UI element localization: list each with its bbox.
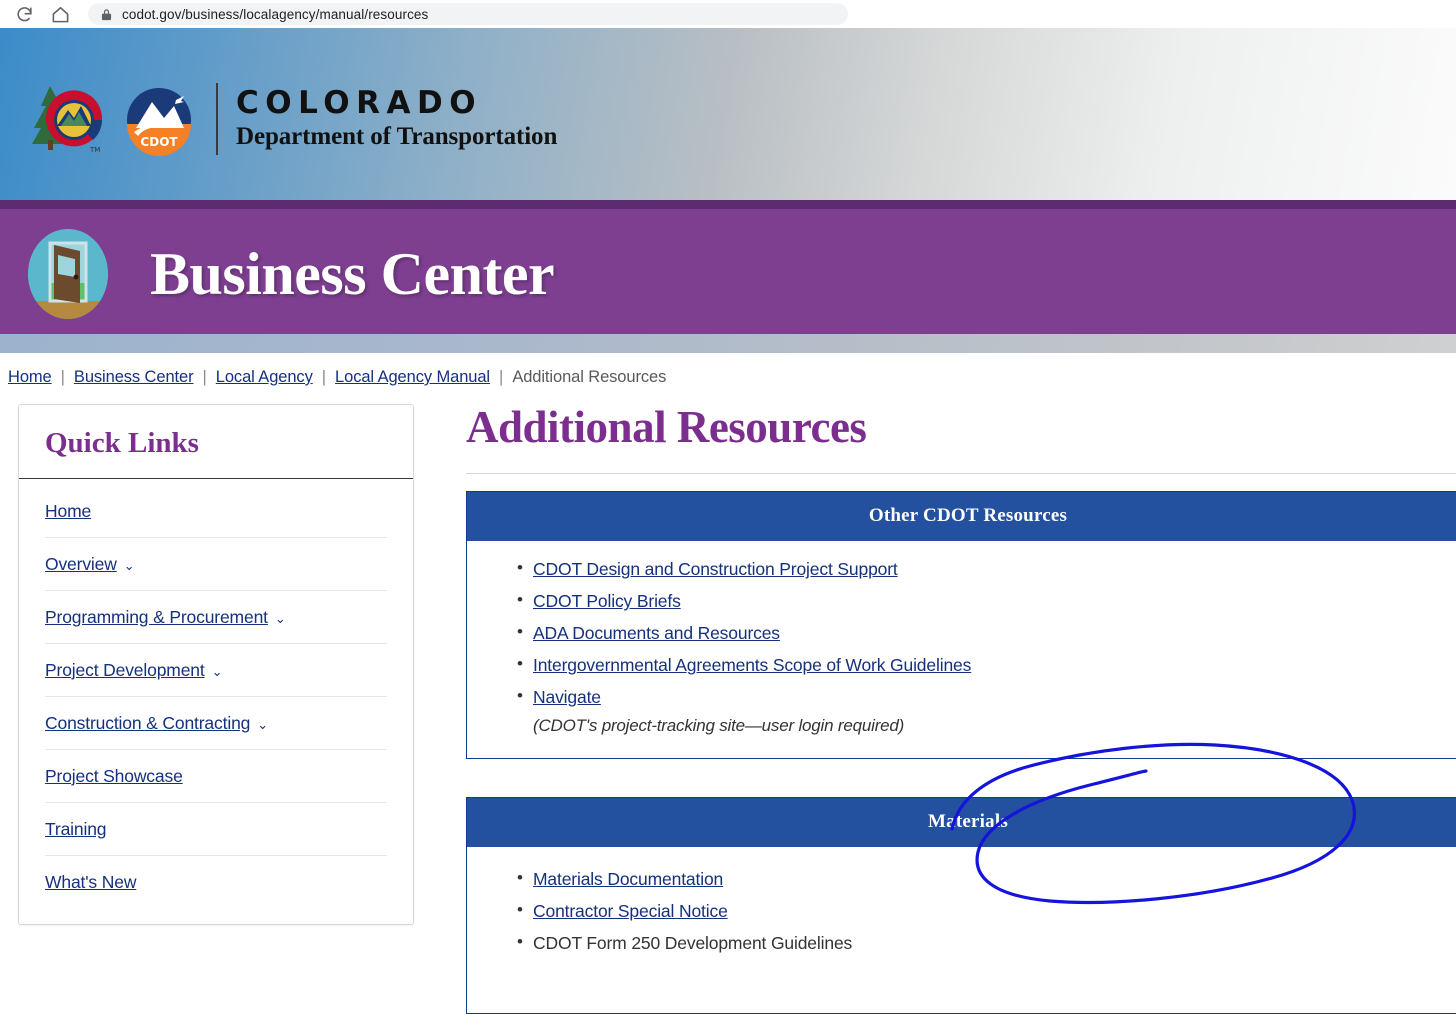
breadcrumb-item-home[interactable]: Home (8, 368, 52, 387)
resource-list: CDOT Design and Construction Project Sup… (467, 558, 1456, 708)
cdot-logo-lockup[interactable]: TM CDOT COLORADO Department of Transport… (28, 80, 557, 158)
site-header-banner: TM CDOT COLORADO Department of Transport… (0, 28, 1456, 200)
sidebar-item-construction-contracting[interactable]: Construction & Contracting ⌄ (45, 697, 387, 750)
list-item: CDOT Form 250 Development Guidelines (467, 932, 1456, 954)
logo-divider (216, 83, 218, 155)
section-banner-row: Business Center (28, 229, 555, 319)
sidebar-item-label[interactable]: Training (45, 819, 107, 840)
card-other-cdot-resources: Other CDOT Resources CDOT Design and Con… (466, 491, 1456, 760)
list-item[interactable]: CDOT Policy Briefs (467, 590, 1456, 612)
resource-link[interactable]: Intergovernmental Agreements Scope of Wo… (533, 655, 971, 675)
breadcrumb-item-local-agency-manual[interactable]: Local Agency Manual (335, 368, 490, 387)
resource-link[interactable]: Contractor Special Notice (533, 901, 728, 921)
resource-link[interactable]: Materials Documentation (533, 869, 723, 889)
chevron-down-icon[interactable]: ⌄ (124, 559, 135, 572)
colorado-cdot-logo-icon: TM CDOT (28, 80, 214, 158)
card-heading: Materials (467, 798, 1456, 848)
sidebar-item-home[interactable]: Home (45, 485, 387, 538)
sidebar-item-label[interactable]: Overview (45, 554, 117, 575)
breadcrumb-item-local-agency[interactable]: Local Agency (216, 368, 313, 387)
card-body: CDOT Design and Construction Project Sup… (467, 541, 1456, 758)
list-item[interactable]: ADA Documents and Resources (467, 622, 1456, 644)
title-divider (466, 473, 1456, 475)
resource-link[interactable]: ADA Documents and Resources (533, 623, 780, 643)
svg-text:TM: TM (89, 146, 100, 154)
breadcrumb-separator: | (499, 368, 504, 386)
sidebar-title: Quick Links (19, 405, 413, 479)
sidebar-list: Home Overview ⌄ Programming & Procuremen… (19, 479, 413, 924)
sidebar-item-label[interactable]: What's New (45, 872, 136, 893)
breadcrumb-separator: | (202, 368, 207, 386)
list-item[interactable]: Contractor Special Notice (467, 900, 1456, 922)
chevron-down-icon[interactable]: ⌄ (257, 718, 268, 731)
open-door-icon (28, 229, 108, 319)
list-item[interactable]: Navigate (467, 686, 1456, 708)
sidebar-item-training[interactable]: Training (45, 803, 387, 856)
card-materials: Materials Materials Documentation Contra… (466, 797, 1456, 1014)
resource-note: (CDOT's project-tracking site—user login… (533, 716, 905, 736)
list-item[interactable]: Materials Documentation (467, 868, 1456, 890)
page-title: Additional Resources (466, 402, 867, 452)
agency-wordmark: COLORADO Department of Transportation (236, 87, 557, 151)
browser-toolbar: codot.gov/business/localagency/manual/re… (0, 0, 1456, 28)
sidebar-item-label[interactable]: Construction & Contracting (45, 713, 250, 734)
resource-link[interactable]: CDOT Policy Briefs (533, 591, 681, 611)
url-text: codot.gov/business/localagency/manual/re… (122, 6, 429, 22)
agency-name: COLORADO (236, 85, 483, 122)
sidebar-item-overview[interactable]: Overview ⌄ (45, 538, 387, 591)
svg-text:CDOT: CDOT (140, 135, 178, 149)
card-heading: Other CDOT Resources (467, 492, 1456, 542)
sidebar-item-label[interactable]: Home (45, 501, 91, 522)
reload-icon[interactable] (12, 2, 36, 26)
resource-link[interactable]: Navigate (533, 687, 601, 707)
resource-link[interactable]: CDOT Design and Construction Project Sup… (533, 559, 898, 579)
breadcrumb-separator: | (321, 368, 327, 386)
sidebar-item-project-development[interactable]: Project Development ⌄ (45, 644, 387, 697)
resource-list: Materials Documentation Contractor Speci… (467, 868, 1456, 954)
sidebar-item-label[interactable]: Project Development (45, 660, 205, 681)
breadcrumb-separator: | (60, 368, 65, 386)
address-bar[interactable]: codot.gov/business/localagency/manual/re… (88, 3, 848, 25)
list-item[interactable]: Intergovernmental Agreements Scope of Wo… (467, 654, 1456, 676)
chevron-down-icon[interactable]: ⌄ (275, 612, 286, 625)
sidebar-item-project-showcase[interactable]: Project Showcase (45, 750, 387, 803)
section-banner: Business Center (0, 200, 1456, 334)
breadcrumb-item-business-center[interactable]: Business Center (74, 368, 194, 387)
quick-links-sidebar: Quick Links Home Overview ⌄ Programming … (18, 404, 414, 925)
breadcrumb-item-current: Additional Resources (512, 368, 667, 386)
sidebar-item-whats-new[interactable]: What's New (45, 856, 387, 908)
breadcrumb: Home | Business Center | Local Agency | … (8, 368, 666, 387)
banner-bottom-gradient (0, 334, 1456, 353)
lock-icon (98, 6, 114, 22)
card-body: Materials Documentation Contractor Speci… (467, 847, 1456, 1013)
chevron-down-icon[interactable]: ⌄ (212, 665, 223, 678)
sidebar-item-label[interactable]: Project Showcase (45, 766, 183, 787)
sidebar-item-programming-procurement[interactable]: Programming & Procurement ⌄ (45, 591, 387, 644)
list-item[interactable]: CDOT Design and Construction Project Sup… (467, 558, 1456, 580)
page-section-title: Business Center (150, 241, 555, 307)
home-icon[interactable] (48, 2, 72, 26)
sidebar-item-label[interactable]: Programming & Procurement (45, 607, 268, 628)
main-content: Additional Resources Other CDOT Resource… (466, 402, 1456, 1014)
agency-department: Department of Transportation (236, 122, 558, 150)
